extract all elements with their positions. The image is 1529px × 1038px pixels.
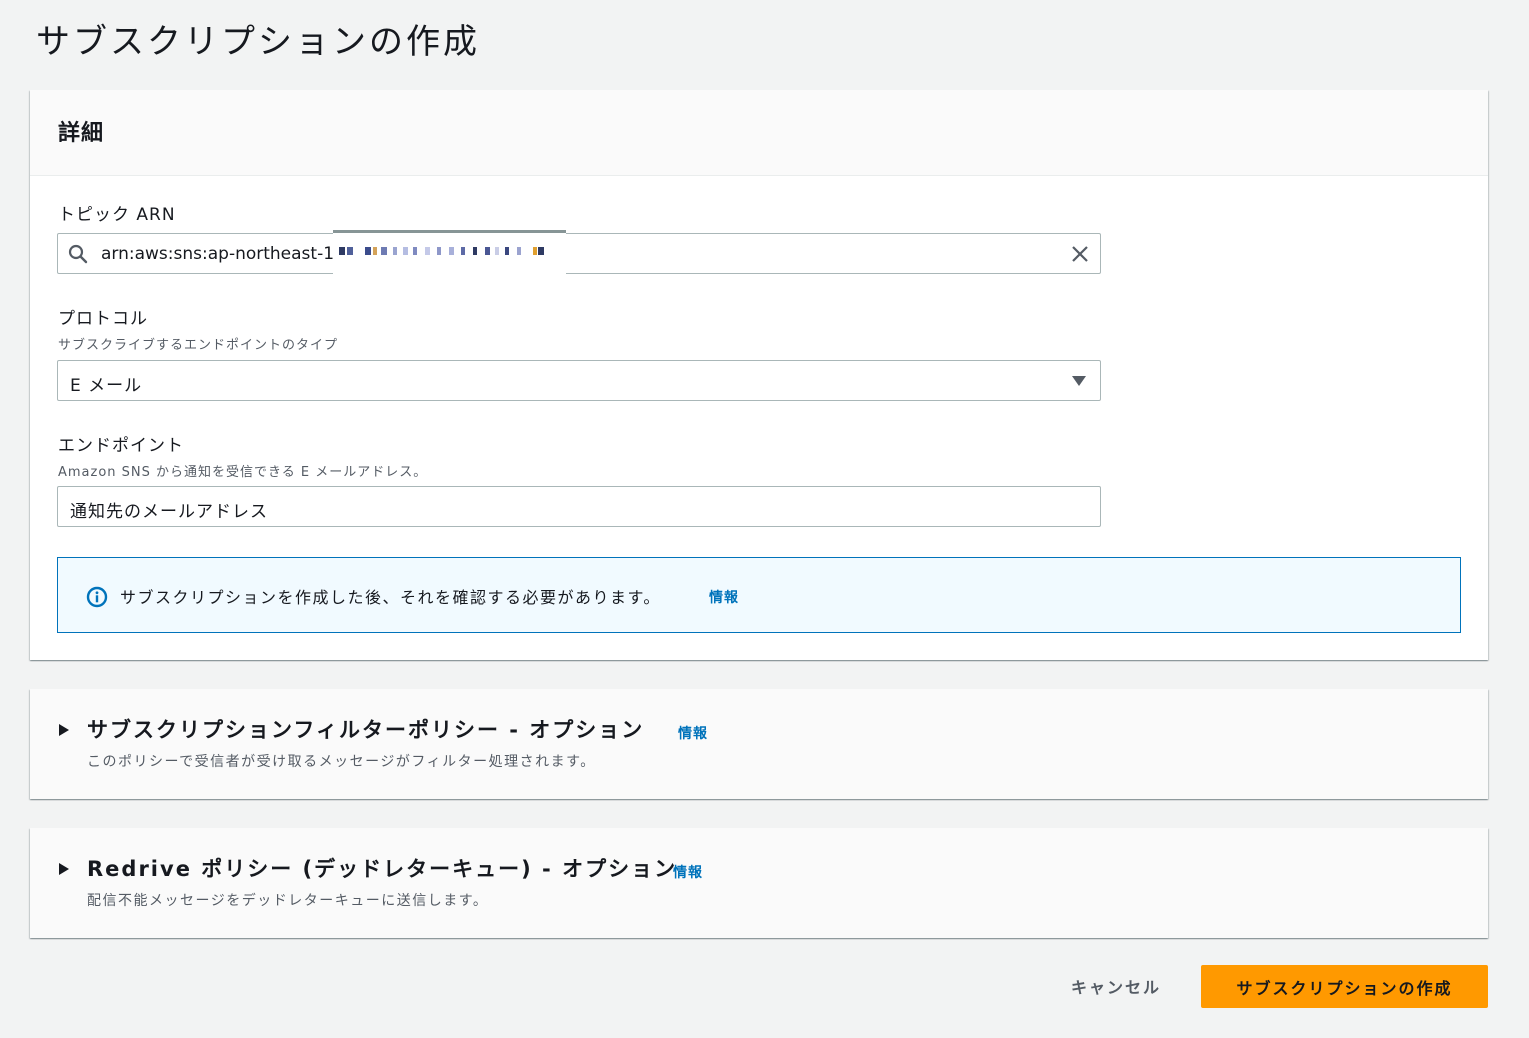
cancel-button[interactable]: キャンセル (1054, 966, 1178, 1006)
redaction-pixel (505, 247, 509, 255)
redaction-pixel (485, 247, 490, 255)
caret-right-icon[interactable] (59, 863, 69, 875)
protocol-description: サブスクライブするエンドポイントのタイプ (58, 338, 339, 353)
redaction-pixel (425, 247, 430, 255)
alert-message: サブスクリプションを作成した後、それを確認する必要があります。 (120, 588, 661, 607)
redaction-pixel (473, 247, 477, 255)
filter-policy-info-link[interactable]: 情報 (678, 723, 708, 743)
redaction-pixel (413, 247, 417, 255)
redrive-policy-panel[interactable]: Redrive ポリシー (デッドレターキュー) - オプション 情報 配信不能… (30, 828, 1488, 938)
redaction-pixel (538, 247, 544, 255)
redrive-policy-info-link[interactable]: 情報 (673, 862, 703, 882)
info-icon (86, 586, 108, 608)
redaction-pixel (381, 247, 387, 255)
caret-right-icon[interactable] (59, 724, 69, 736)
redaction-pixel (449, 247, 454, 255)
redaction-pixel (437, 247, 441, 255)
endpoint-value: 通知先のメールアドレス (70, 502, 268, 522)
redaction-pixel (533, 247, 537, 255)
close-icon[interactable] (1070, 244, 1090, 264)
details-header: 詳細 (30, 90, 1488, 176)
topic-arn-value: arn:aws:sns:ap-northeast-1 (101, 244, 335, 264)
redaction-mask (333, 230, 566, 279)
alert-info-link[interactable]: 情報 (709, 587, 739, 607)
create-subscription-button[interactable]: サブスクリプションの作成 (1201, 965, 1488, 1008)
details-heading: 詳細 (58, 121, 105, 146)
details-panel: 詳細 トピック ARN arn:aws:sns:ap-northeast-1 プ… (30, 90, 1488, 660)
filter-policy-description: このポリシーで受信者が受け取るメッセージがフィルター処理されます。 (87, 754, 596, 770)
redaction-pixel (461, 247, 465, 255)
redaction-pixel (339, 247, 345, 255)
page-title: サブスクリプションの作成 (36, 22, 480, 62)
redaction-pixel (495, 247, 499, 255)
redrive-policy-description: 配信不能メッセージをデッドレターキューに送信します。 (87, 893, 489, 909)
protocol-select[interactable]: E メール (57, 360, 1101, 401)
protocol-label: プロトコル (58, 309, 148, 329)
info-alert: サブスクリプションを作成した後、それを確認する必要があります。 情報 (57, 557, 1461, 633)
redrive-policy-title[interactable]: Redrive ポリシー (デッドレターキュー) - オプション (87, 853, 677, 883)
filter-policy-panel[interactable]: サブスクリプションフィルターポリシー - オプション 情報 このポリシーで受信者… (30, 689, 1488, 799)
endpoint-label: エンドポイント (58, 436, 184, 456)
filter-policy-title[interactable]: サブスクリプションフィルターポリシー - オプション (87, 714, 644, 744)
redaction-pixel (347, 247, 353, 255)
redaction-pixel (373, 247, 377, 255)
search-icon (68, 244, 88, 264)
endpoint-description: Amazon SNS から通知を受信できる E メールアドレス。 (58, 465, 428, 480)
redaction-pixel (393, 247, 397, 255)
redaction-pixel (403, 247, 408, 255)
redaction-pixel (517, 247, 521, 255)
protocol-selected-value: E メール (70, 376, 143, 396)
topic-arn-label: トピック ARN (58, 205, 176, 225)
caret-down-icon (1072, 376, 1086, 386)
redaction-pixel (365, 247, 371, 255)
endpoint-input[interactable]: 通知先のメールアドレス (57, 486, 1101, 527)
topic-arn-input[interactable]: arn:aws:sns:ap-northeast-1 (57, 233, 1101, 274)
